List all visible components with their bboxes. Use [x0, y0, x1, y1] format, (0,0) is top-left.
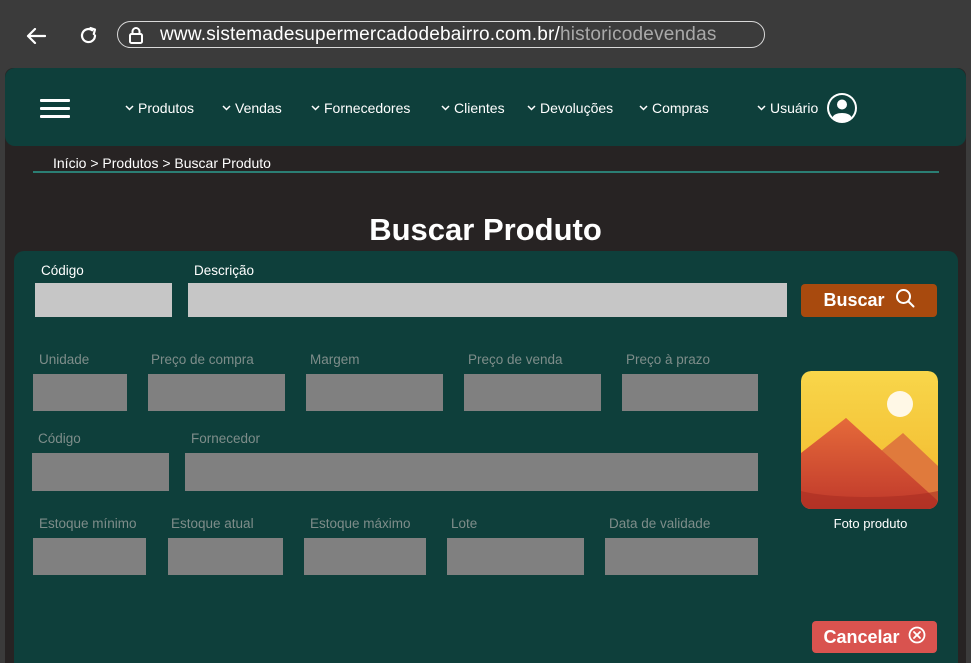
- hamburger-menu-icon[interactable]: [40, 99, 70, 119]
- nav-item-usuario[interactable]: Usuário: [757, 99, 818, 117]
- nav-item-label: Fornecedores: [324, 100, 411, 116]
- descricao-search-label: Descrição: [194, 263, 255, 278]
- chevron-down-icon: [441, 104, 450, 113]
- chevron-down-icon: [222, 104, 231, 113]
- unidade-field: [33, 374, 127, 411]
- preco-compra-label: Preço de compra: [151, 352, 254, 367]
- chevron-down-icon: [125, 104, 134, 113]
- codigo-label: Código: [38, 431, 81, 446]
- cancelar-button-label: Cancelar: [823, 626, 900, 647]
- unidade-label: Unidade: [39, 352, 90, 367]
- preco-compra-field: [148, 374, 285, 411]
- nav-item-vendas[interactable]: Vendas: [222, 99, 282, 117]
- breadcrumb-divider: [33, 171, 939, 173]
- user-avatar-icon[interactable]: [826, 92, 858, 124]
- lock-icon: [128, 26, 146, 44]
- codigo-search-label: Código: [41, 263, 84, 278]
- preco-prazo-label: Preço à prazo: [626, 352, 711, 367]
- reload-icon[interactable]: [75, 22, 103, 50]
- estoque-minimo-field: [33, 538, 146, 575]
- breadcrumb[interactable]: Início > Produtos > Buscar Produto: [53, 155, 271, 171]
- descricao-search-input[interactable]: [188, 283, 787, 317]
- fornecedor-field: [185, 453, 758, 491]
- top-navigation: Produtos Vendas Fornecedores Clientes De…: [5, 68, 966, 146]
- preco-venda-label: Preço de venda: [468, 352, 563, 367]
- nav-item-label: Vendas: [235, 100, 282, 116]
- nav-item-clientes[interactable]: Clientes: [441, 99, 505, 117]
- nav-item-label: Devoluções: [540, 100, 614, 116]
- page-title: Buscar Produto: [369, 212, 602, 247]
- preco-prazo-field: [622, 374, 758, 411]
- address-bar[interactable]: www.sistemadesupermercadodebairro.com.br…: [117, 21, 765, 48]
- nav-item-label: Produtos: [138, 100, 195, 116]
- estoque-atual-field: [168, 538, 283, 575]
- fornecedor-label: Fornecedor: [191, 431, 261, 446]
- photo-caption: Foto produto: [833, 516, 908, 531]
- margem-label: Margem: [310, 352, 360, 367]
- codigo-search-input[interactable]: [35, 283, 172, 317]
- back-arrow-icon[interactable]: [22, 22, 50, 50]
- url-path: historicodevendas: [559, 23, 717, 45]
- margem-field: [306, 374, 443, 411]
- lote-field: [447, 538, 584, 575]
- nav-item-fornecedores[interactable]: Fornecedores: [311, 99, 410, 117]
- nav-item-compras[interactable]: Compras: [639, 99, 709, 117]
- url-domain: www.sistemadesupermercadodebairro.com.br…: [160, 23, 560, 45]
- chevron-down-icon: [639, 104, 648, 113]
- nav-item-label: Usuário: [770, 100, 819, 116]
- data-validade-label: Data de validade: [609, 516, 711, 531]
- nav-item-label: Compras: [652, 100, 709, 116]
- chevron-down-icon: [527, 104, 536, 113]
- nav-item-label: Clientes: [454, 100, 505, 116]
- estoque-atual-label: Estoque atual: [171, 516, 254, 531]
- buscar-button[interactable]: Buscar: [801, 284, 937, 317]
- search-icon: [895, 288, 915, 313]
- chevron-down-icon: [757, 104, 766, 113]
- estoque-maximo-label: Estoque máximo: [310, 516, 411, 531]
- image-placeholder-icon[interactable]: [801, 371, 938, 509]
- codigo-field: [32, 453, 169, 491]
- browser-bar: www.sistemadesupermercadodebairro.com.br…: [0, 0, 971, 68]
- buscar-button-label: Buscar: [823, 290, 885, 310]
- cancelar-button[interactable]: Cancelar: [812, 621, 937, 653]
- chevron-down-icon: [311, 104, 320, 113]
- estoque-minimo-label: Estoque mínimo: [39, 516, 137, 531]
- lote-label: Lote: [451, 516, 478, 531]
- preco-venda-field: [464, 374, 601, 411]
- nav-item-devolucoes[interactable]: Devoluções: [527, 99, 613, 117]
- close-circle-icon: [908, 626, 926, 649]
- data-validade-field: [605, 538, 758, 575]
- estoque-maximo-field: [304, 538, 426, 575]
- nav-item-produtos[interactable]: Produtos: [125, 99, 194, 117]
